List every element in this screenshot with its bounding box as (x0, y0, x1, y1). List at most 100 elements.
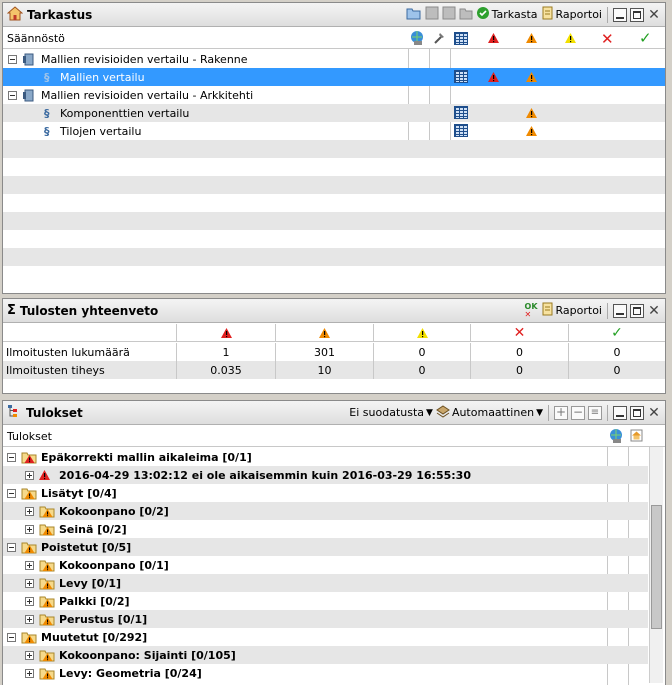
results-tree-icon (7, 404, 22, 422)
result-label: Kokoonpano [0/2] (59, 504, 169, 518)
mode-dropdown[interactable]: Automaattinen ▼ (436, 404, 543, 421)
rule-row[interactable]: § Komponenttien vertailu (3, 104, 665, 122)
result-item-row[interactable]: Levy: Geometria [0/24] (3, 664, 648, 682)
expand-icon[interactable] (25, 668, 34, 678)
minor-density: 0 (418, 363, 426, 377)
rule-row[interactable]: § Tilojen vertailu (3, 122, 665, 140)
collapse-icon[interactable] (7, 452, 16, 462)
rule-label: Komponenttien vertailu (60, 106, 190, 120)
wrench-icon[interactable] (432, 31, 446, 48)
result-item-row[interactable]: Kokoonpano [0/2] (3, 502, 648, 520)
ok-status-icon[interactable]: OK ✕ (525, 302, 538, 319)
expand-icon[interactable] (25, 470, 34, 480)
result-item-row[interactable]: Perustus [0/1] (3, 610, 648, 628)
table-icon[interactable] (454, 124, 468, 137)
major-folder-icon (21, 487, 37, 503)
results-header-row: Tulokset (3, 426, 665, 447)
result-label: Levy [0/1] (59, 576, 122, 590)
filter-dropdown[interactable]: Ei suodatusta ▼ (349, 404, 433, 421)
expand-icon[interactable] (25, 524, 34, 534)
result-group-row[interactable]: Poistetut [0/5] (3, 538, 648, 556)
minimize-icon[interactable] (613, 303, 627, 318)
inspection-panel: Tarkastus Tarkasta Raportoi ✕ Säännöstö (2, 2, 666, 294)
results-scrollbar[interactable] (649, 447, 663, 683)
table-icon[interactable] (454, 106, 468, 119)
critical-severity-icon (488, 72, 499, 85)
collapse-icon[interactable] (7, 488, 16, 498)
result-item-row[interactable]: Kokoonpano [0/1] (3, 556, 648, 574)
expand-icon[interactable] (25, 578, 34, 588)
rejected-icon[interactable]: ✕ (601, 30, 614, 48)
scrollbar-thumb[interactable] (651, 505, 662, 629)
minor-severity-icon[interactable] (565, 33, 576, 46)
summary-title: Tulosten yhteenveto (19, 303, 159, 318)
globe-link-icon[interactable] (409, 30, 425, 49)
expand-icon[interactable] (25, 596, 34, 606)
expand-icon[interactable] (25, 614, 34, 624)
major-severity-icon (276, 324, 373, 342)
maximize-icon[interactable] (630, 303, 644, 318)
ruleset-column-header: Säännöstö (7, 31, 65, 45)
ruleset-row[interactable]: Mallien revisioiden vertailu - Rakenne (3, 50, 665, 68)
close-icon[interactable]: ✕ (647, 406, 661, 420)
close-icon[interactable]: ✕ (647, 304, 661, 318)
result-group-row[interactable]: Epäkorrekti mallin aikaleima [0/1] (3, 448, 648, 466)
summary-reports-button[interactable]: Raportoi (541, 302, 602, 319)
reports-button[interactable]: Raportoi (541, 6, 602, 23)
result-item-row[interactable]: Palkki [0/2] (3, 592, 648, 610)
rule-icon: § (44, 124, 50, 138)
open-folder-icon[interactable] (406, 6, 422, 23)
critical-severity-icon (177, 324, 275, 342)
result-item-row[interactable]: Kokoonpano: Sijainti [0/105] (3, 646, 648, 664)
collapse-icon[interactable] (7, 542, 16, 552)
major-folder-icon (39, 667, 55, 683)
save-as-icon[interactable] (442, 6, 456, 23)
table-icon[interactable] (454, 70, 468, 83)
minimize-icon[interactable] (613, 405, 627, 420)
ruleset-icon (23, 89, 35, 105)
maximize-icon[interactable] (630, 7, 644, 22)
list-view-icon[interactable]: ≡ (588, 405, 602, 420)
chevron-down-icon: ▼ (536, 407, 543, 418)
result-label: 2016-04-29 13:02:12 ei ole aikaisemmin k… (59, 468, 471, 482)
critical-density: 0.035 (210, 363, 242, 377)
collapse-icon[interactable] (7, 632, 16, 642)
expand-all-icon[interactable]: + (554, 405, 568, 420)
mode-label: Automaattinen (451, 406, 535, 419)
collapse-all-icon[interactable]: − (571, 405, 585, 420)
home-small-icon[interactable] (630, 429, 643, 445)
expand-icon[interactable] (25, 560, 34, 570)
rule-row-selected[interactable]: § Mallien vertailu (3, 68, 665, 86)
check-button[interactable]: Tarkasta (476, 6, 538, 23)
maximize-icon[interactable] (630, 405, 644, 420)
table-icon[interactable] (454, 32, 468, 45)
major-folder-icon (39, 577, 55, 593)
minimize-icon[interactable] (613, 7, 627, 22)
result-item-row[interactable]: 2016-04-29 13:02:12 ei ole aikaisemmin k… (3, 466, 648, 484)
ruleset-row[interactable]: Mallien revisioiden vertailu - Arkkiteht… (3, 86, 665, 104)
result-item-row[interactable]: Levy [0/1] (3, 574, 648, 592)
folder-icon[interactable] (459, 6, 473, 23)
collapse-icon[interactable] (8, 54, 17, 64)
critical-severity-icon[interactable] (488, 33, 499, 46)
sum-icon: Σ (7, 303, 16, 318)
report-icon (541, 302, 554, 319)
close-icon[interactable]: ✕ (647, 8, 661, 22)
save-icon[interactable] (425, 6, 439, 23)
result-group-row[interactable]: Lisätyt [0/4] (3, 484, 648, 502)
ruleset-label: Mallien revisioiden vertailu - Rakenne (41, 52, 248, 66)
major-severity-icon[interactable] (526, 33, 537, 46)
approved-icon[interactable]: ✓ (639, 29, 652, 47)
reports-button-label: Raportoi (555, 8, 602, 21)
summary-row-density: Ilmoitusten tiheys 0.035 10 0 0 0 (3, 361, 665, 379)
collapse-icon[interactable] (8, 90, 17, 100)
globe-link-icon[interactable] (608, 428, 624, 447)
summary-header-row: ✕ ✓ (3, 324, 665, 342)
results-panel: Tulokset Ei suodatusta ▼ Automaattinen ▼… (2, 400, 666, 685)
layers-icon (436, 404, 450, 421)
expand-icon[interactable] (25, 506, 34, 516)
result-item-row[interactable]: Seinä [0/2] (3, 520, 648, 538)
result-group-row[interactable]: Muutetut [0/292] (3, 628, 648, 646)
approved-density: 0 (613, 363, 621, 377)
expand-icon[interactable] (25, 650, 34, 660)
